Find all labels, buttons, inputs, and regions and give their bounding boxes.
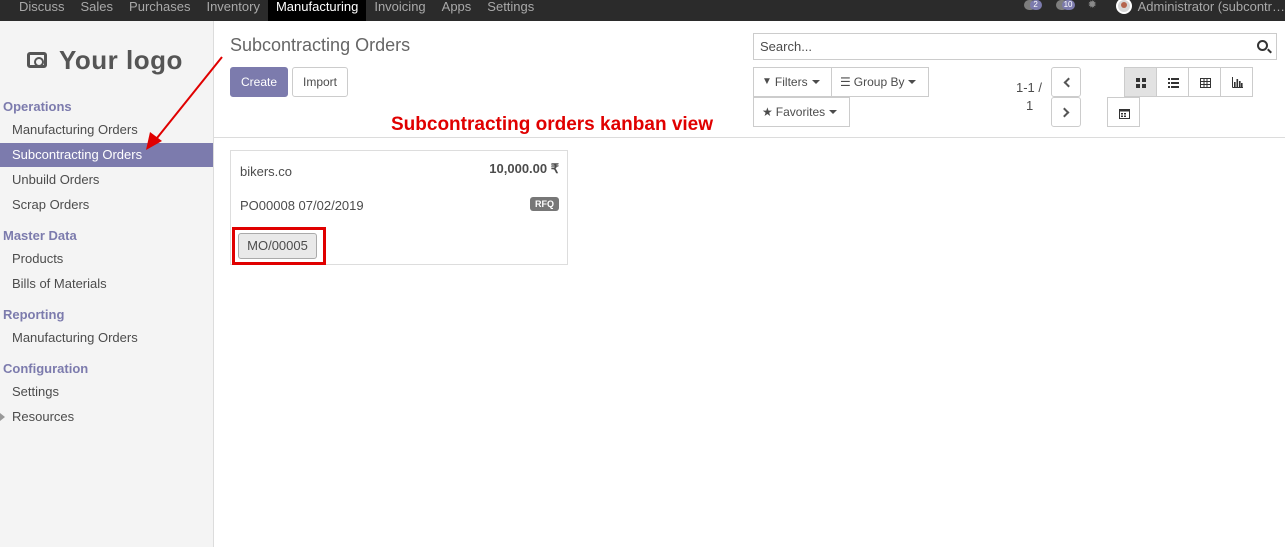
mo-button[interactable]: MO/00005 bbox=[238, 233, 317, 259]
search-icon[interactable] bbox=[1257, 40, 1268, 51]
section-reporting: Reporting bbox=[3, 307, 65, 322]
pager-previous-button[interactable] bbox=[1051, 67, 1081, 97]
kanban-view-button[interactable] bbox=[1124, 67, 1157, 97]
user-name: Administrator (subcontr… bbox=[1137, 0, 1285, 14]
menu-inventory[interactable]: Inventory bbox=[198, 0, 267, 21]
menu-purchases[interactable]: Purchases bbox=[121, 0, 198, 21]
sidebar-item-settings[interactable]: Settings bbox=[0, 380, 213, 404]
sidebar-item-products[interactable]: Products bbox=[0, 247, 213, 271]
pager-next-button[interactable] bbox=[1051, 97, 1081, 127]
menu-apps[interactable]: Apps bbox=[434, 0, 480, 21]
app-menu: Discuss Sales Purchases Inventory Manufa… bbox=[11, 0, 542, 21]
card-reference: PO00008 07/02/2019 bbox=[240, 198, 364, 213]
sidebar-item-resources-label: Resources bbox=[12, 409, 75, 424]
sidebar-item-scrap-orders[interactable]: Scrap Orders bbox=[0, 193, 213, 217]
caret-down-icon bbox=[829, 110, 838, 114]
group-by-button[interactable]: ☰ Group By bbox=[831, 67, 929, 97]
table-icon bbox=[1200, 78, 1211, 88]
filters-label: Filters bbox=[774, 75, 808, 89]
sidebar-item-unbuild-orders[interactable]: Unbuild Orders bbox=[0, 168, 213, 192]
avatar bbox=[1115, 0, 1132, 14]
control-panel-divider bbox=[214, 137, 1285, 138]
caret-down-icon bbox=[908, 80, 917, 84]
sidebar: Your logo Operations Manufacturing Order… bbox=[0, 21, 214, 547]
calendar-view-button[interactable] bbox=[1107, 97, 1140, 127]
debug-bug-icon[interactable]: ✹ bbox=[1088, 0, 1100, 12]
sidebar-item-bills-of-materials[interactable]: Bills of Materials bbox=[0, 272, 213, 296]
star-icon: ★ bbox=[762, 105, 773, 119]
sidebar-item-reporting-manufacturing-orders[interactable]: Manufacturing Orders bbox=[0, 326, 213, 350]
systray: 2 10 ✹ Administrator (subcontr… bbox=[1023, 0, 1285, 21]
company-logo: Your logo bbox=[27, 45, 183, 75]
logo-text: Your logo bbox=[59, 44, 183, 75]
card-partner: bikers.co bbox=[240, 164, 293, 179]
bars-icon: ☰ bbox=[840, 75, 851, 89]
sidebar-item-manufacturing-orders[interactable]: Manufacturing Orders bbox=[0, 118, 213, 142]
user-menu[interactable]: Administrator (subcontr… bbox=[1115, 0, 1285, 14]
calendar-icon bbox=[1119, 109, 1130, 119]
search-input[interactable] bbox=[754, 34, 1234, 59]
menu-invoicing[interactable]: Invoicing bbox=[366, 0, 433, 21]
search-box bbox=[753, 33, 1277, 60]
section-operations: Operations bbox=[3, 99, 72, 114]
section-master-data: Master Data bbox=[3, 228, 77, 243]
activity-icon[interactable]: 2 bbox=[1023, 0, 1042, 13]
section-configuration: Configuration bbox=[3, 361, 89, 376]
filters-button[interactable]: ▼ Filters bbox=[753, 67, 832, 97]
activity-count-badge: 2 bbox=[1029, 0, 1042, 10]
menu-settings[interactable]: Settings bbox=[479, 0, 542, 21]
messages-icon[interactable]: 10 bbox=[1055, 0, 1075, 13]
chevron-left-icon bbox=[1063, 77, 1074, 88]
status-badge: RFQ bbox=[530, 197, 559, 211]
grid-large-icon bbox=[1136, 78, 1146, 88]
menu-sales[interactable]: Sales bbox=[73, 0, 122, 21]
graph-view-button[interactable] bbox=[1220, 67, 1253, 97]
chevron-right-icon bbox=[1059, 107, 1070, 118]
bar-chart-icon bbox=[1232, 77, 1243, 88]
menu-manufacturing[interactable]: Manufacturing bbox=[267, 0, 367, 21]
pager-total: 1 bbox=[1026, 98, 1034, 113]
favorites-button[interactable]: ★ Favorites bbox=[753, 97, 850, 127]
sidebar-item-subcontracting-orders[interactable]: Subcontracting Orders bbox=[0, 143, 213, 167]
sidebar-item-resources[interactable]: Resources bbox=[0, 405, 213, 429]
list-icon bbox=[1168, 78, 1179, 88]
favorites-label: Favorites bbox=[775, 105, 826, 119]
import-button[interactable]: Import bbox=[292, 67, 348, 97]
list-view-button[interactable] bbox=[1156, 67, 1189, 97]
message-count-badge: 10 bbox=[1061, 0, 1075, 10]
card-amount: 10,000.00 ₹ bbox=[489, 161, 559, 176]
menu-discuss[interactable]: Discuss bbox=[11, 0, 73, 21]
pager-range[interactable]: 1-1 / bbox=[1016, 80, 1042, 95]
annotation-label: Subcontracting orders kanban view bbox=[391, 114, 714, 135]
page-title: Subcontracting Orders bbox=[230, 35, 411, 55]
pivot-view-button[interactable] bbox=[1188, 67, 1221, 97]
caret-down-icon bbox=[811, 80, 820, 84]
group-by-label: Group By bbox=[853, 75, 905, 89]
top-navbar: Discuss Sales Purchases Inventory Manufa… bbox=[0, 0, 1285, 21]
expand-caret-icon bbox=[0, 413, 5, 421]
filter-icon: ▼ bbox=[762, 76, 772, 87]
camera-icon bbox=[27, 52, 47, 68]
kanban-card[interactable]: bikers.co 10,000.00 ₹ PO00008 07/02/2019… bbox=[230, 150, 568, 265]
create-button[interactable]: Create bbox=[230, 67, 288, 97]
